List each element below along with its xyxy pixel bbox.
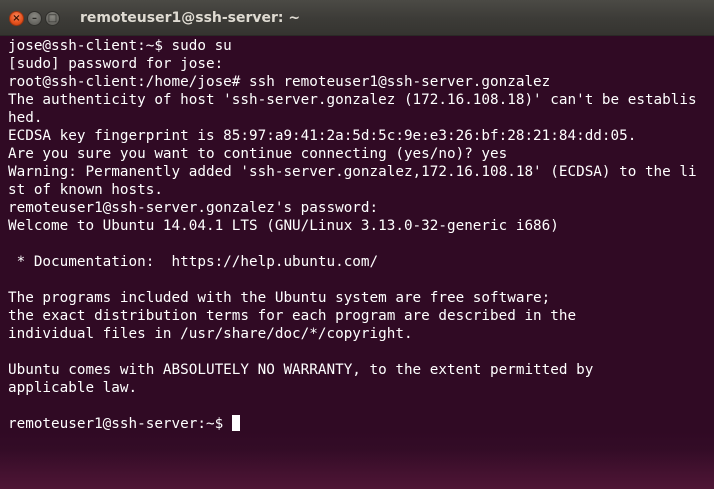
terminal-line: applicable law. [8,380,138,396]
window-title: remoteuser1@ssh-server: ~ [80,10,301,26]
terminal-line: ECDSA key fingerprint is 85:97:a9:41:2a:… [8,128,637,144]
terminal-line: individual files in /usr/share/doc/*/cop… [8,326,413,342]
terminal-line: The programs included with the Ubuntu sy… [8,290,551,306]
terminal-line: hed. [8,110,43,126]
terminal-line: Are you sure you want to continue connec… [8,146,508,162]
terminal-line: jose@ssh-client:~$ sudo su [8,38,232,54]
terminal-line: [sudo] password for jose: [8,56,224,72]
terminal-line: remoteuser1@ssh-server.gonzalez's passwo… [8,200,379,216]
text-cursor [231,415,240,431]
command-prompt-line[interactable]: remoteuser1@ssh-server:~$ [8,415,714,433]
close-button[interactable]: × [9,11,24,26]
terminal-window: × – □ remoteuser1@ssh-server: ~ jose@ssh… [0,0,714,489]
terminal-line: Welcome to Ubuntu 14.04.1 LTS (GNU/Linux… [8,218,559,234]
terminal-line: Warning: Permanently added 'ssh-server.g… [8,164,697,180]
window-controls: × – □ [9,11,60,26]
terminal-line: root@ssh-client:/home/jose# ssh remoteus… [8,74,551,90]
minimize-button[interactable]: – [27,11,42,26]
terminal-line: st of known hosts. [8,182,163,198]
terminal-line: The authenticity of host 'ssh-server.gon… [8,92,697,108]
terminal-line: the exact distribution terms for each pr… [8,308,577,324]
shell-prompt: remoteuser1@ssh-server:~$ [8,416,232,432]
maximize-button[interactable]: □ [45,11,60,26]
close-icon: × [12,12,21,24]
terminal-line: * Documentation: https://help.ubuntu.com… [8,254,379,270]
maximize-icon: □ [47,12,58,24]
minimize-icon: – [32,12,37,24]
terminal-output[interactable]: jose@ssh-client:~$ sudo su [sudo] passwo… [8,37,714,489]
title-bar[interactable]: × – □ remoteuser1@ssh-server: ~ [0,0,714,36]
terminal-line: Ubuntu comes with ABSOLUTELY NO WARRANTY… [8,362,594,378]
